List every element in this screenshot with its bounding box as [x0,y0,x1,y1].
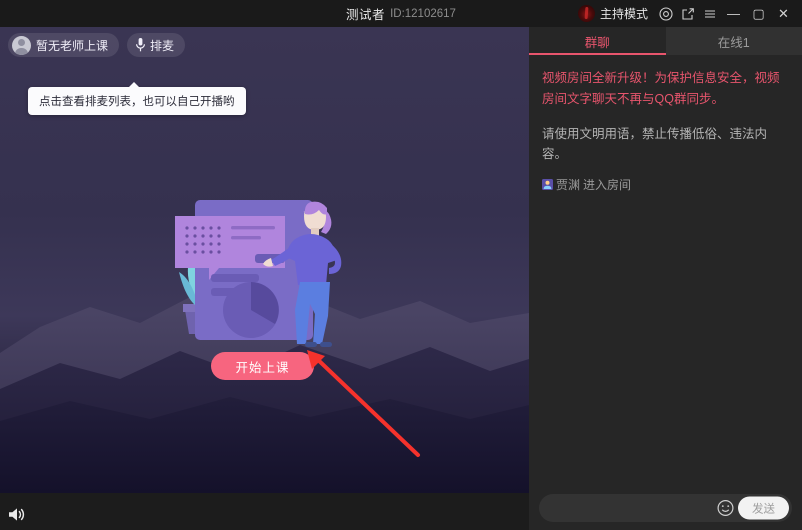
video-stage: 暂无老师上课 排麦 点击查看排麦列表，也可以自己开播哟 [0,27,529,493]
send-button[interactable]: 发送 [738,497,789,520]
mic-queue-label: 排麦 [150,37,174,54]
chat-notice-secondary: 请使用文明用语，禁止传播低俗、违法内容。 [542,124,789,164]
volume-speaker-icon[interactable] [6,503,28,525]
chat-input-bar: 发送 [529,486,802,530]
app-window: 测试者 ID:12102617 主持模式 — ▢ [0,0,802,530]
page-title: 测试者 [346,4,385,23]
maximize-icon[interactable]: ▢ [746,0,771,27]
stage-status-bar: 暂无老师上课 排麦 [8,33,185,57]
start-class-button[interactable]: 开始上课 [211,352,314,380]
mic-queue-button[interactable]: 排麦 [127,33,185,57]
chat-notice-primary: 视频房间全新升级！为保护信息安全，视频房间文字聊天不再与QQ群同步。 [542,68,789,110]
classroom-illustration [155,182,355,357]
smiley-face-icon[interactable] [717,500,734,517]
tab-group-chat[interactable]: 群聊 [529,27,666,55]
user-id-label: ID:12102617 [390,8,456,20]
avatar [12,36,31,55]
chat-input-wrapper: 发送 [539,494,792,522]
chat-message-list: 视频房间全新升级！为保护信息安全，视频房间文字聊天不再与QQ群同步。 请使用文明… [529,55,802,486]
minimize-icon[interactable]: — [721,0,746,27]
microphone-icon [136,38,145,52]
popout-window-icon[interactable] [677,0,699,27]
record-circle-icon[interactable] [655,0,677,27]
hamburger-menu-icon[interactable] [699,0,721,27]
avatar [578,5,595,22]
list-item: 贾渊 进入房间 [542,176,789,193]
tab-online-members[interactable]: 在线1 [666,27,802,55]
teacher-status-pill: 暂无老师上课 [8,33,119,57]
close-icon[interactable]: ✕ [771,0,796,27]
titlebar: 测试者 ID:12102617 主持模式 — ▢ [0,0,802,27]
message-sender-name: 贾渊 [556,176,580,193]
stage-bottom-toolbar [0,493,529,530]
teacher-status-label: 暂无老师上课 [36,37,108,54]
mic-queue-tooltip: 点击查看排麦列表，也可以自己开播哟 [28,87,246,115]
host-mode-label[interactable]: 主持模式 [600,5,648,22]
message-action-text: 进入房间 [583,176,631,193]
titlebar-controls: 主持模式 — ▢ ✕ [578,0,796,27]
chat-tab-bar: 群聊 在线1 [529,27,802,55]
member-badge-icon [542,179,553,190]
chat-panel: 群聊 在线1 视频房间全新升级！为保护信息安全，视频房间文字聊天不再与QQ群同步… [529,27,802,530]
